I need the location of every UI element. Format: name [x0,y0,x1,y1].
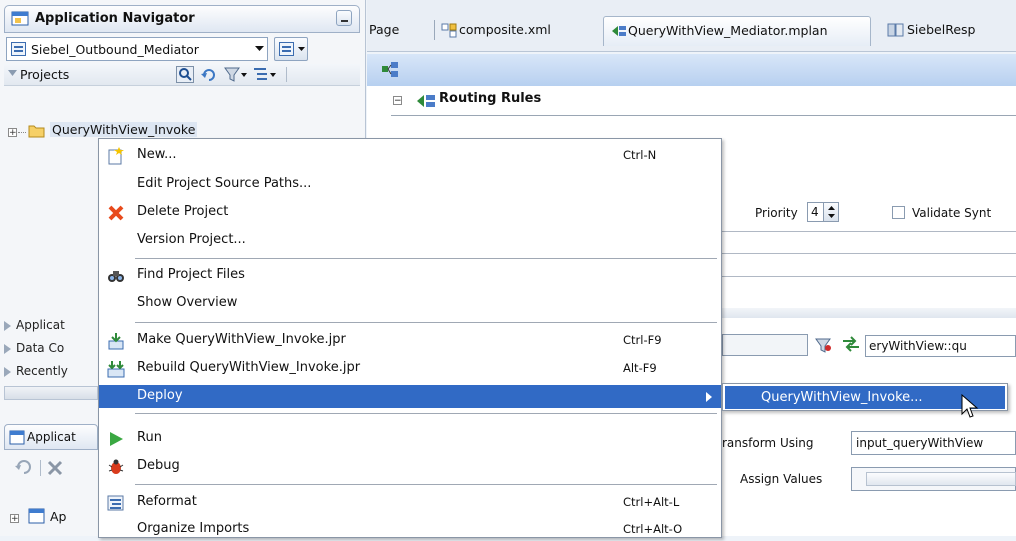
add-routing-rule-icon[interactable] [381,61,401,79]
assign-values-label: Assign Values [740,472,823,486]
navigator-title-tab[interactable]: Application Navigator [4,5,360,33]
delete-icon[interactable] [46,459,64,477]
editor-tab-bar: Page composite.xml QueryWithView_Mediato… [367,0,1016,52]
minimize-button[interactable] [336,10,352,26]
validate-syntax-label: Validate Synt [912,206,992,220]
menu-separator [135,258,717,259]
search-icon[interactable] [176,66,194,83]
application-icon [28,508,46,524]
spinner-arrows[interactable] [823,203,838,221]
filter-expression-field[interactable] [722,334,808,356]
tab-composite-xml[interactable]: composite.xml [441,18,601,44]
new-icon [107,147,125,165]
priority-spinner[interactable]: 4 [807,202,839,222]
composite-icon [441,22,459,38]
filter-target-field[interactable]: eryWithView::qu [865,335,1016,357]
project-selector[interactable]: Siebel_Outbound_Mediator [6,37,268,61]
reformat-icon [107,494,125,512]
mouse-cursor-icon [961,394,979,420]
menu-separator [135,322,717,323]
accordion-applications[interactable]: Applicat [4,316,104,336]
refresh-icon[interactable] [14,458,36,476]
filter-icon[interactable] [224,66,248,83]
filter-icon[interactable] [815,336,833,354]
make-icon [107,332,125,350]
menu-separator [135,484,717,485]
menu-item-reformat[interactable]: Reformat Ctrl+Alt-L [99,491,721,514]
xsd-icon [887,22,905,38]
navigator-icon [11,10,29,28]
priority-label: Priority [755,206,798,220]
splitter[interactable] [4,386,98,400]
project-icon [279,42,294,56]
applications-icon [9,430,25,445]
chevron-down-icon [255,46,264,52]
collapse-triangle-icon[interactable] [8,70,17,77]
menu-item-version-project[interactable]: Version Project... [99,229,721,252]
project-icon [11,42,26,56]
menu-item-edit-source-paths[interactable]: Edit Project Source Paths... [99,173,721,196]
divider [391,115,1016,116]
transform-using-field[interactable]: input_queryWithView [851,431,1016,455]
assign-values-field[interactable] [851,467,1016,491]
accordion-data-controls[interactable]: Data Co [4,339,104,359]
refresh-icon[interactable] [200,66,218,83]
projects-bar: Projects [4,64,360,86]
menu-item-rebuild[interactable]: Rebuild QueryWithView_Invoke.jpr Alt-F9 [99,357,721,380]
menu-item-make[interactable]: Make QueryWithView_Invoke.jpr Ctrl-F9 [99,329,721,352]
menu-item-new[interactable]: New... Ctrl-N [99,144,721,167]
applications-panel-tab[interactable]: Applicat [4,424,98,450]
expand-icon[interactable]: + [8,128,17,138]
mediator-toolbar [367,54,1016,86]
menu-separator [135,413,717,414]
run-icon [107,430,125,448]
divider [722,276,1016,277]
navigator-title: Application Navigator [35,11,195,26]
project-menu-button[interactable] [274,37,308,61]
menu-item-find-project-files[interactable]: Find Project Files [99,264,721,287]
routing-rules-heading: Routing Rules [439,91,542,106]
divider [722,253,1016,254]
transform-arrows-icon[interactable] [841,335,861,353]
routing-rules-icon [415,92,437,110]
tab-querywithview-mediator[interactable]: QueryWithView_Mediator.mplan [603,16,871,46]
accordion-recently-opened[interactable]: Recently [4,362,104,382]
transform-using-label: ransform Using [722,436,814,450]
submenu-arrow-icon [706,392,712,402]
debug-icon [107,458,125,476]
menu-item-show-overview[interactable]: Show Overview [99,292,721,315]
delete-icon [107,204,125,222]
expand-icon[interactable]: + [10,514,19,524]
menu-item-organize-imports[interactable]: Organize Imports Ctrl+Alt-O [99,518,721,541]
rebuild-icon [107,360,125,378]
tree-item-application[interactable]: Ap [50,509,67,524]
divider [722,231,1016,232]
validate-syntax-checkbox[interactable] [892,206,905,219]
menu-item-delete-project[interactable]: Delete Project [99,201,721,224]
section-band [722,308,1016,318]
projects-label: Projects [20,67,70,82]
binoculars-icon [107,267,125,285]
project-selector-value: Siebel_Outbound_Mediator [31,42,199,57]
project-context-menu: New... Ctrl-N Edit Project Source Paths.… [98,138,722,538]
folder-icon [28,123,45,138]
collapse-icon[interactable]: − [393,96,402,106]
chevron-down-icon [298,47,305,52]
tree-options-icon[interactable] [252,66,278,83]
menu-item-deploy[interactable]: Deploy [99,385,721,408]
mediator-icon [610,23,628,39]
tree-item-project[interactable]: QueryWithView_Invoke [50,122,198,137]
menu-item-run[interactable]: Run [99,427,721,450]
tab-siebel-response[interactable]: SiebelResp [887,18,1015,44]
menu-item-debug[interactable]: Debug [99,455,721,478]
